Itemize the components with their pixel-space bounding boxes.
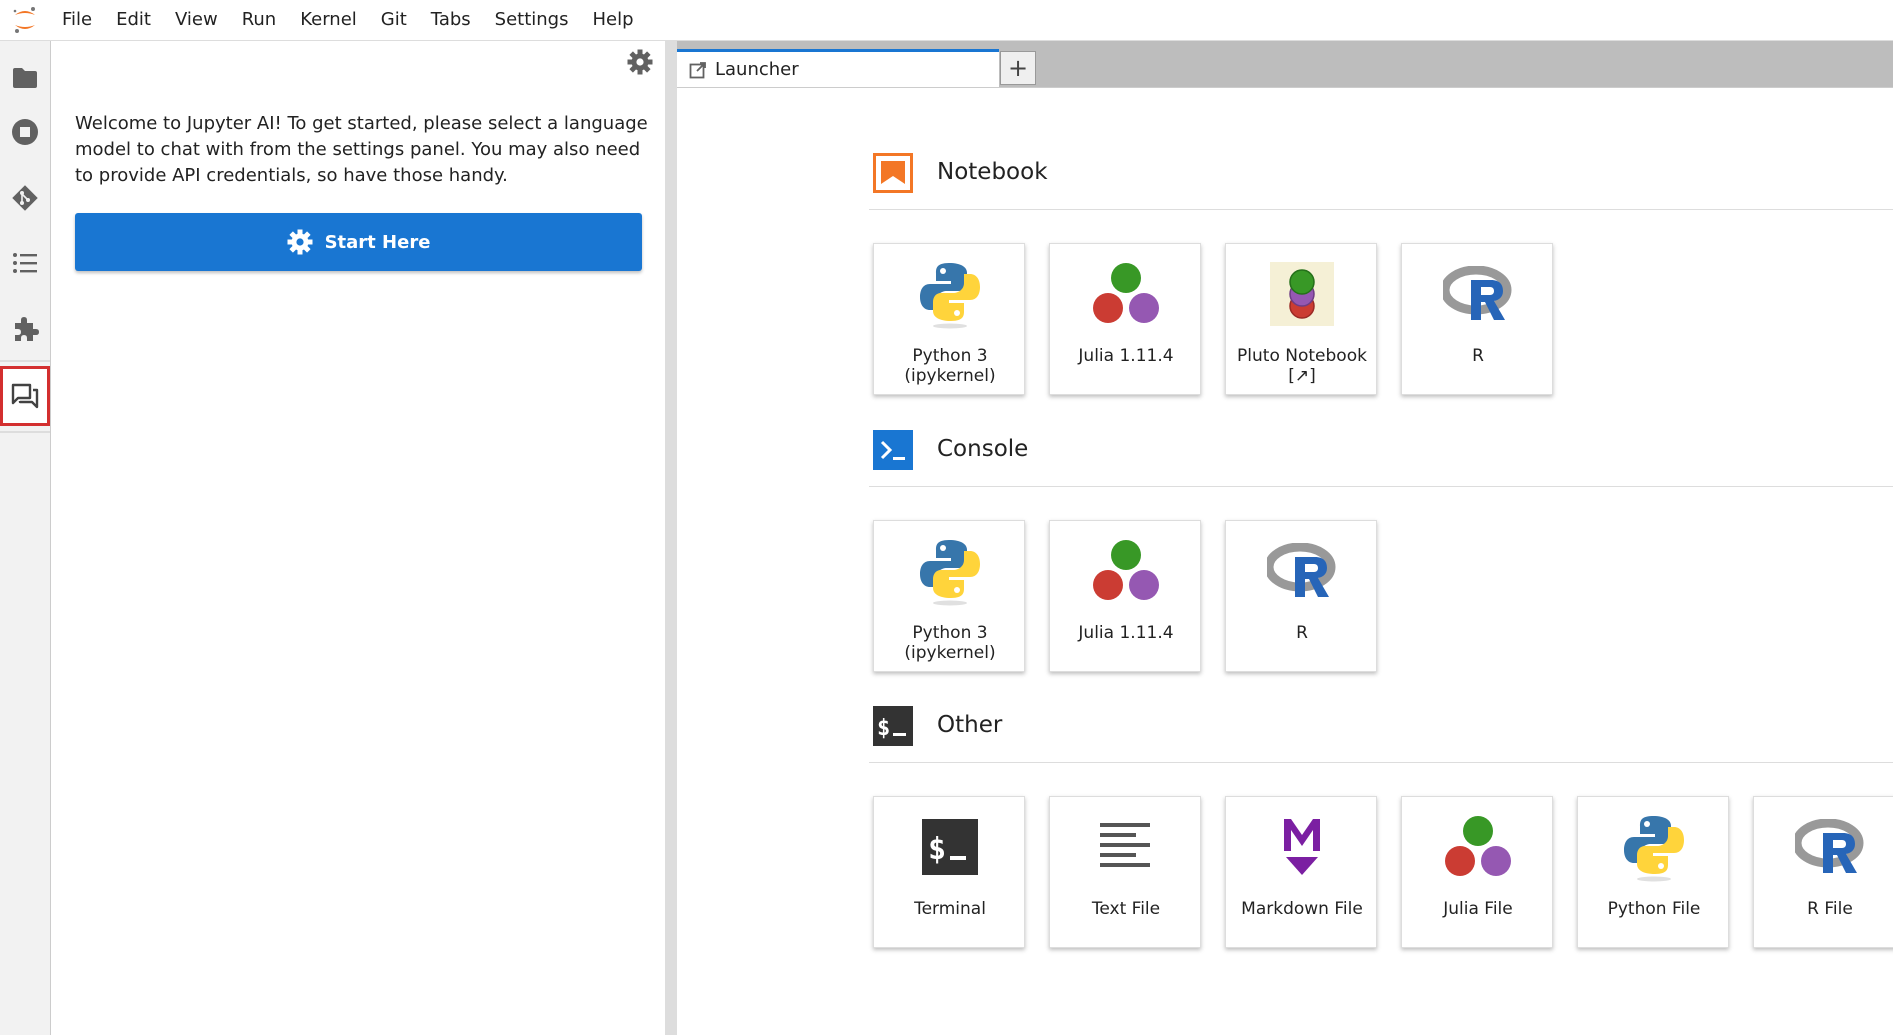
notebook-section-icon: [873, 153, 913, 193]
menu-items: File Edit View Run Kernel Git Tabs Settings Help: [50, 0, 646, 40]
julia-icon: [1442, 809, 1514, 885]
julia-icon: [1090, 533, 1162, 609]
console-section-icon: [873, 430, 913, 470]
card-label: Julia 1.11.4: [1078, 623, 1174, 643]
python-icon: [1618, 809, 1690, 885]
folder-icon: [13, 68, 37, 88]
python-icon: [914, 533, 986, 609]
icon-bar-separator: [0, 431, 50, 433]
git-icon: [12, 185, 38, 211]
card-label: Pluto Notebook [↗]: [1237, 346, 1367, 386]
launcher-card-other-terminal[interactable]: $ Terminal: [873, 796, 1025, 948]
r-icon: [1442, 256, 1514, 332]
jupyter-logo-icon: [0, 0, 50, 40]
chat-icon: [11, 383, 39, 409]
svg-text:$: $: [877, 716, 890, 741]
launcher-icon: [689, 61, 706, 78]
launcher-card-notebook-pluto-notebook[interactable]: Pluto Notebook [↗]: [1225, 243, 1377, 395]
extension-icon: [15, 317, 39, 341]
pluto-icon: [1266, 256, 1338, 332]
jupyter-ai-chat-tab[interactable]: [0, 366, 50, 426]
extension-manager-tab[interactable]: [2, 290, 48, 368]
julia-icon: [1090, 256, 1162, 332]
card-label: Text File: [1091, 899, 1161, 919]
card-label: Julia 1.11.4: [1078, 346, 1174, 366]
tab-bar: Launcher +: [677, 41, 1893, 87]
text-file-icon: [1090, 809, 1162, 885]
other-section-icon: $: [873, 706, 913, 746]
r-icon: [1266, 533, 1338, 609]
menu-git[interactable]: Git: [369, 0, 419, 40]
card-label: Python File: [1607, 899, 1701, 919]
start-here-button[interactable]: Start Here: [75, 213, 642, 271]
card-label: R File: [1807, 899, 1853, 919]
card-label: R: [1472, 346, 1484, 366]
card-label: Terminal: [914, 899, 986, 919]
main-area: Launcher + Notebook Python 3 (ipykernel)…: [677, 41, 1893, 1035]
menu-kernel[interactable]: Kernel: [288, 0, 369, 40]
menu-edit[interactable]: Edit: [104, 0, 163, 40]
launcher-card-other-julia-file[interactable]: Julia File: [1401, 796, 1553, 948]
launcher-card-other-text-file[interactable]: Text File: [1049, 796, 1201, 948]
svg-text:$: $: [928, 832, 946, 867]
card-label: Julia File: [1443, 899, 1513, 919]
chat-settings-button[interactable]: [627, 49, 653, 79]
menu-bar: File Edit View Run Kernel Git Tabs Settings Help: [0, 0, 1893, 41]
toc-icon: [13, 253, 37, 273]
markdown-icon: [1266, 809, 1338, 885]
menu-file[interactable]: File: [50, 0, 104, 40]
tab-label: Launcher: [715, 59, 799, 80]
start-here-label: Start Here: [324, 231, 431, 253]
card-label: Markdown File: [1241, 899, 1363, 919]
section-title: Console: [937, 436, 1029, 462]
launcher-card-console-python-3[interactable]: Python 3 (ipykernel): [873, 520, 1025, 672]
python-icon: [914, 256, 986, 332]
running-icon: [12, 119, 38, 145]
terminal-icon: $: [914, 809, 986, 885]
left-icon-bar: [0, 41, 51, 1035]
tab-divider: [677, 87, 1893, 88]
r-icon: [1794, 809, 1866, 885]
icon-bar-separator: [0, 360, 50, 362]
section-console: Console: [869, 430, 1893, 487]
card-label: Python 3 (ipykernel): [904, 623, 996, 663]
tab-launcher[interactable]: Launcher: [677, 49, 999, 87]
menu-view[interactable]: View: [163, 0, 230, 40]
welcome-message: Welcome to Jupyter AI! To get started, p…: [75, 113, 648, 186]
section-title: Notebook: [937, 159, 1048, 185]
jupyter-ai-chat-panel: Welcome to Jupyter AI! To get started, p…: [51, 41, 665, 1035]
menu-help[interactable]: Help: [580, 0, 645, 40]
card-label: R: [1296, 623, 1308, 643]
launcher-card-other-python-file[interactable]: Python File: [1577, 796, 1729, 948]
menu-settings[interactable]: Settings: [483, 0, 581, 40]
section-other: $ Other: [869, 706, 1893, 763]
gear-icon: [627, 49, 653, 75]
launcher-card-other-r-file[interactable]: R File: [1753, 796, 1893, 948]
launcher-card-console-r[interactable]: R: [1225, 520, 1377, 672]
menu-run[interactable]: Run: [230, 0, 289, 40]
launcher-card-console-julia-1-11-4[interactable]: Julia 1.11.4: [1049, 520, 1201, 672]
section-title: Other: [937, 712, 1003, 738]
launcher-card-notebook-julia-1-11-4[interactable]: Julia 1.11.4: [1049, 243, 1201, 395]
card-label: Python 3 (ipykernel): [904, 346, 996, 386]
launcher-card-notebook-python-3[interactable]: Python 3 (ipykernel): [873, 243, 1025, 395]
gear-icon: [287, 229, 313, 255]
launcher-card-other-markdown-file[interactable]: Markdown File: [1225, 796, 1377, 948]
menu-tabs[interactable]: Tabs: [419, 0, 483, 40]
launcher-card-notebook-r[interactable]: R: [1401, 243, 1553, 395]
panel-splitter[interactable]: [665, 41, 677, 1035]
new-launcher-button[interactable]: +: [1000, 51, 1036, 85]
section-notebook: Notebook: [869, 153, 1893, 210]
